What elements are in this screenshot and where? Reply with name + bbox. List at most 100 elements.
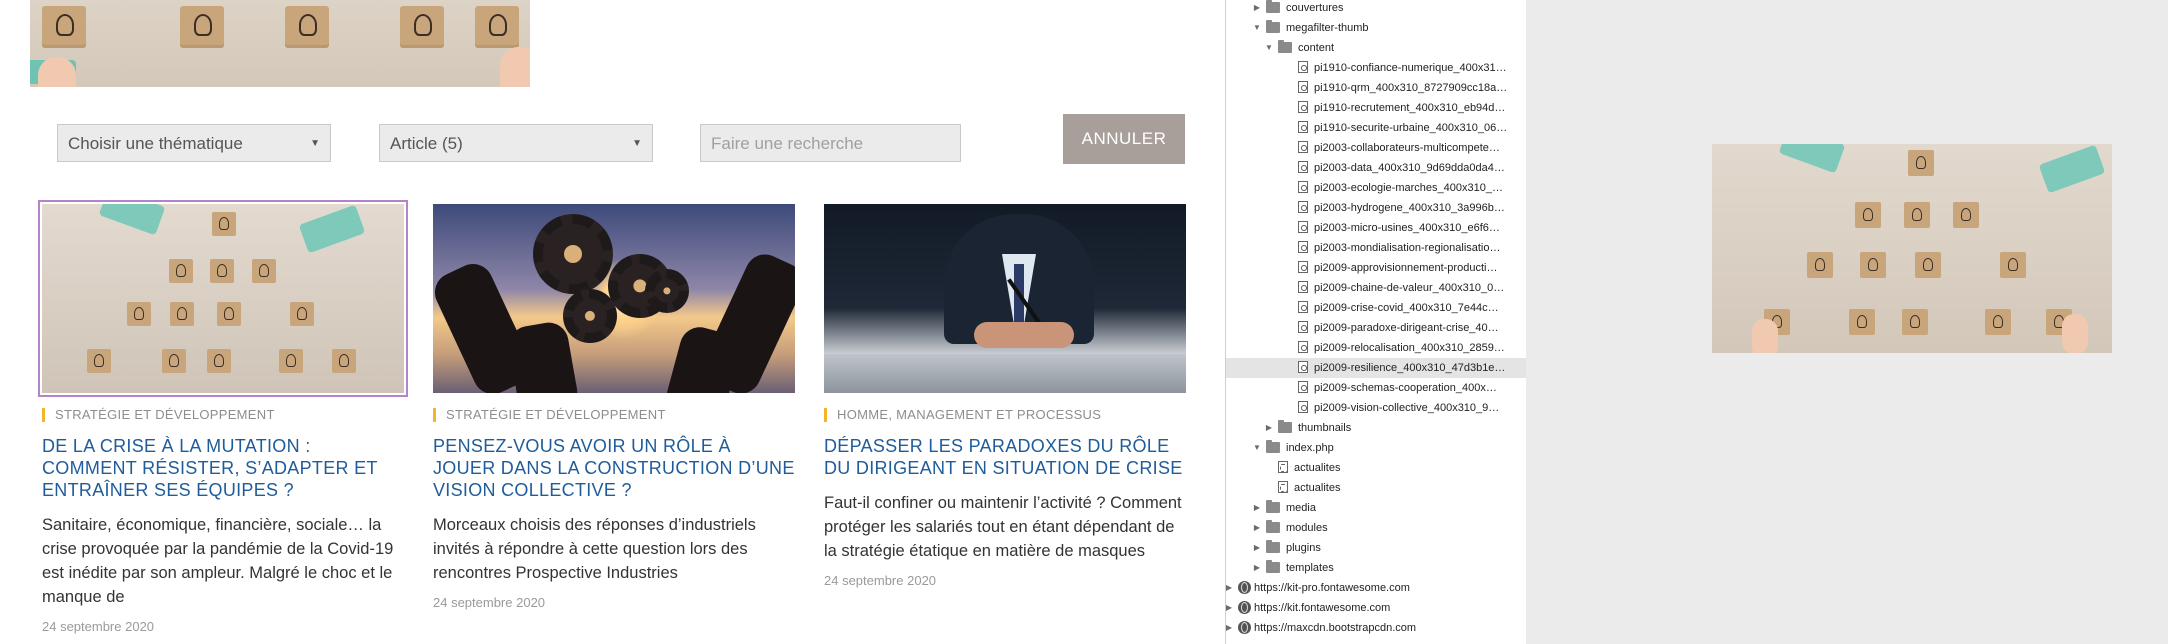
article-thumbnail[interactable] [38, 200, 408, 397]
tree-item-folder[interactable]: ▼ content [1226, 38, 1526, 58]
tree-item-file[interactable]: pi2003-ecologie-marches_400x310_… [1226, 178, 1526, 198]
article-category[interactable]: STRATÉGIE ET DÉVELOPPEMENT [42, 408, 404, 422]
bulb-block-icon [1860, 252, 1886, 278]
tree-item-file[interactable]: pi2009-chaine-de-valeur_400x310_0… [1226, 278, 1526, 298]
article-card[interactable]: HOMME, MANAGEMENT ET PROCESSUS DÉPASSER … [824, 204, 1186, 588]
article-excerpt: Sanitaire, économique, financière, socia… [42, 516, 394, 606]
tree-item-label: thumbnails [1298, 422, 1352, 434]
tree-item-file[interactable]: pi2009-schemas-cooperation_400x… [1226, 378, 1526, 398]
tree-item-file[interactable]: pi2009-approvisionnement-producti… [1226, 258, 1526, 278]
bulb-block-icon [217, 302, 241, 326]
tree-item-folder[interactable]: ▼ index.php [1226, 438, 1526, 458]
article-thumbnail[interactable] [824, 204, 1186, 393]
bulb-block-icon [42, 6, 86, 48]
disclosure-collapsed-icon[interactable]: ▶ [1252, 538, 1262, 558]
bulb-block-icon [1908, 150, 1934, 176]
tree-item-script[interactable]: actualites [1226, 458, 1526, 478]
tree-item-file[interactable]: pi1910-confiance-numerique_400x31… [1226, 58, 1526, 78]
bulb-block-icon [169, 259, 193, 283]
bulb-block-icon [400, 6, 444, 48]
image-preview-pane [1526, 0, 2168, 644]
image-file-icon [1298, 181, 1308, 193]
tree-item-folder[interactable]: ▶ media [1226, 498, 1526, 518]
tree-item-folder[interactable]: ▶ couvertures [1226, 0, 1526, 18]
tree-item-file[interactable]: pi2009-paradoxe-dirigeant-crise_40… [1226, 318, 1526, 338]
tree-item-file[interactable]: pi2003-hydrogene_400x310_3a996b… [1226, 198, 1526, 218]
tree-item-label: pi1910-securite-urbaine_400x310_06… [1314, 122, 1508, 134]
tree-item-label: pi2009-crise-covid_400x310_7e44c… [1314, 302, 1499, 314]
disclosure-expanded-icon[interactable]: ▼ [1264, 38, 1274, 58]
hero-hand [38, 57, 76, 87]
gear-icon [533, 214, 613, 294]
tree-item-file[interactable]: pi1910-qrm_400x310_8727909cc18a… [1226, 78, 1526, 98]
tree-item-folder[interactable]: ▶ templates [1226, 558, 1526, 578]
tree-item-file[interactable]: pi1910-securite-urbaine_400x310_06… [1226, 118, 1526, 138]
article-card[interactable]: STRATÉGIE ET DÉVELOPPEMENT DE LA CRISE À… [38, 200, 408, 634]
article-title[interactable]: PENSEZ-VOUS AVOIR UN RÔLE À JOUER DANS L… [433, 435, 795, 501]
script-file-icon [1278, 461, 1288, 473]
tree-item-file[interactable]: pi2003-collaborateurs-multicompete… [1226, 138, 1526, 158]
article-card[interactable]: STRATÉGIE ET DÉVELOPPEMENT PENSEZ-VOUS A… [433, 204, 795, 610]
thumb-sleeve [98, 204, 166, 236]
image-file-icon [1298, 81, 1308, 93]
type-select[interactable]: Article (5) ▼ [379, 124, 653, 162]
disclosure-collapsed-icon[interactable]: ▶ [1252, 0, 1262, 18]
folder-icon [1266, 520, 1280, 533]
disclosure-collapsed-icon[interactable]: ▶ [1264, 418, 1274, 438]
image-file-icon [1298, 241, 1308, 253]
image-file-icon [1298, 361, 1308, 373]
disclosure-collapsed-icon[interactable]: ▶ [1252, 558, 1262, 578]
tree-item-folder[interactable]: ▼ megafilter-thumb [1226, 18, 1526, 38]
image-file-icon [1298, 201, 1308, 213]
bulb-block-icon [1953, 202, 1979, 228]
tree-item-folder[interactable]: ▶ plugins [1226, 538, 1526, 558]
bulb-block-icon [1904, 202, 1930, 228]
tree-item-file[interactable]: pi2009-resilience_400x310_47d3b1e… [1226, 358, 1526, 378]
bulb-block-icon [210, 259, 234, 283]
tree-item-domain[interactable]: ▶ https://kit.fontawesome.com [1226, 598, 1526, 618]
disclosure-collapsed-icon[interactable]: ▶ [1226, 578, 1234, 598]
tree-item-domain[interactable]: ▶ https://kit-pro.fontawesome.com [1226, 578, 1526, 598]
theme-select[interactable]: Choisir une thématique ▼ [57, 124, 331, 162]
tree-item-file[interactable]: pi2003-mondialisation-regionalisatio… [1226, 238, 1526, 258]
tree-item-label: pi1910-confiance-numerique_400x31… [1314, 62, 1507, 74]
disclosure-expanded-icon[interactable]: ▼ [1252, 438, 1262, 458]
disclosure-collapsed-icon[interactable]: ▶ [1252, 518, 1262, 538]
disclosure-collapsed-icon[interactable]: ▶ [1226, 598, 1234, 618]
search-input[interactable]: Faire une recherche [700, 124, 961, 162]
tree-item-file[interactable]: pi2009-relocalisation_400x310_2859… [1226, 338, 1526, 358]
bulb-block-icon [252, 259, 276, 283]
bulb-block-icon [475, 6, 519, 48]
globe-icon [1238, 581, 1251, 594]
tree-item-label: modules [1286, 522, 1328, 534]
article-category[interactable]: HOMME, MANAGEMENT ET PROCESSUS [824, 408, 1186, 422]
tree-item-script[interactable]: actualites [1226, 478, 1526, 498]
tree-item-domain[interactable]: ▶ https://maxcdn.bootstrapcdn.com [1226, 618, 1526, 638]
tree-item-label: pi2003-ecologie-marches_400x310_… [1314, 182, 1503, 194]
image-file-icon [1298, 301, 1308, 313]
tree-item-file[interactable]: pi2003-data_400x310_9d69dda0da4… [1226, 158, 1526, 178]
folder-icon [1278, 420, 1292, 433]
hero-image [30, 0, 530, 87]
tree-item-file[interactable]: pi2003-micro-usines_400x310_e6f6… [1226, 218, 1526, 238]
tree-item-folder[interactable]: ▶ thumbnails [1226, 418, 1526, 438]
article-title[interactable]: DÉPASSER LES PARADOXES DU RÔLE DU DIRIGE… [824, 435, 1186, 479]
tree-item-folder[interactable]: ▶ modules [1226, 518, 1526, 538]
disclosure-collapsed-icon[interactable]: ▶ [1226, 618, 1234, 638]
bulb-block-icon [1902, 309, 1928, 335]
cancel-button[interactable]: ANNULER [1063, 114, 1185, 164]
disclosure-collapsed-icon[interactable]: ▶ [1252, 498, 1262, 518]
tree-item-file[interactable]: pi1910-recrutement_400x310_eb94d… [1226, 98, 1526, 118]
tree-item-label: https://kit-pro.fontawesome.com [1254, 582, 1410, 594]
chevron-down-icon: ▼ [310, 138, 320, 149]
tree-item-file[interactable]: pi2009-vision-collective_400x310_9… [1226, 398, 1526, 418]
tree-item-label: pi2003-data_400x310_9d69dda0da4… [1314, 162, 1505, 174]
globe-icon [1238, 601, 1251, 614]
article-title[interactable]: DE LA CRISE À LA MUTATION : COMMENT RÉSI… [42, 435, 404, 501]
article-category[interactable]: STRATÉGIE ET DÉVELOPPEMENT [433, 408, 795, 422]
tree-item-file[interactable]: pi2009-crise-covid_400x310_7e44c… [1226, 298, 1526, 318]
article-thumbnail[interactable] [433, 204, 795, 393]
tree-item-label: media [1286, 502, 1316, 514]
disclosure-expanded-icon[interactable]: ▼ [1252, 18, 1262, 38]
tree-item-label: pi2003-micro-usines_400x310_e6f6… [1314, 222, 1500, 234]
